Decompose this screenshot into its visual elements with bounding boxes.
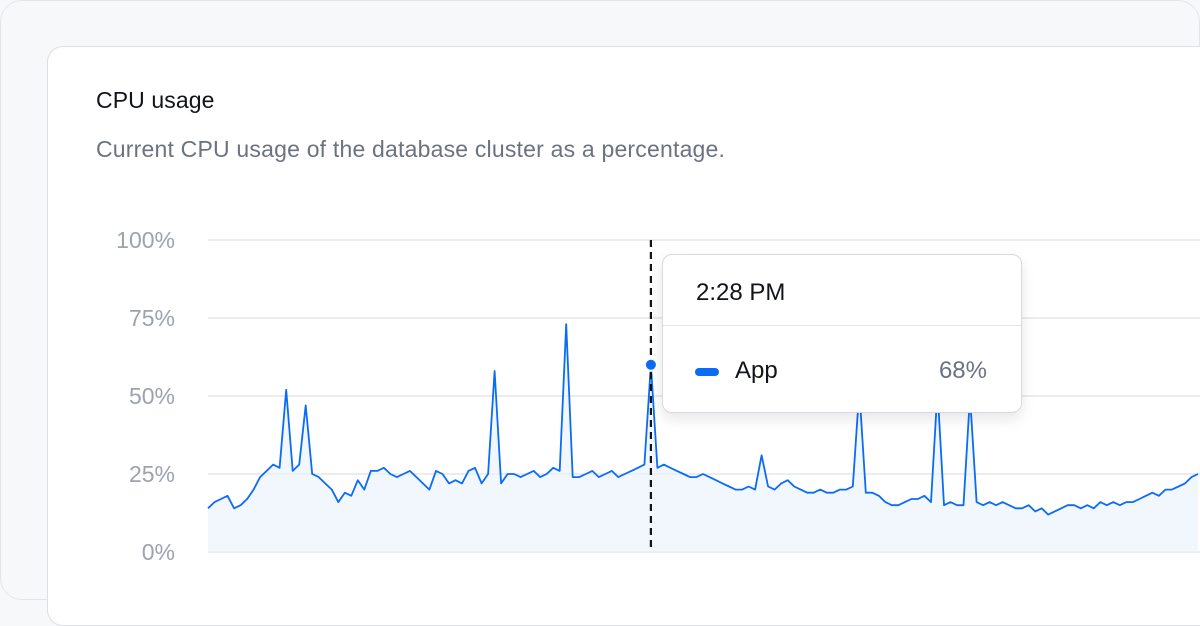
hover-point bbox=[643, 357, 658, 372]
tooltip-divider bbox=[663, 325, 1021, 326]
y-tick-label: 100% bbox=[116, 227, 175, 253]
y-tick-label: 75% bbox=[129, 305, 175, 331]
tooltip-series-value: 68% bbox=[938, 357, 987, 384]
chart-tooltip: 2:28 PM App 68% bbox=[662, 254, 1022, 413]
y-tick-label: 0% bbox=[142, 539, 175, 565]
y-tick-label: 50% bbox=[129, 383, 175, 409]
tooltip-time: 2:28 PM bbox=[696, 279, 786, 306]
y-tick-label: 25% bbox=[129, 461, 175, 487]
y-axis-ticks: 100% 75% 50% 25% 0% bbox=[116, 227, 175, 565]
tooltip-series-name: App bbox=[735, 357, 778, 384]
series-swatch-icon bbox=[695, 368, 719, 376]
